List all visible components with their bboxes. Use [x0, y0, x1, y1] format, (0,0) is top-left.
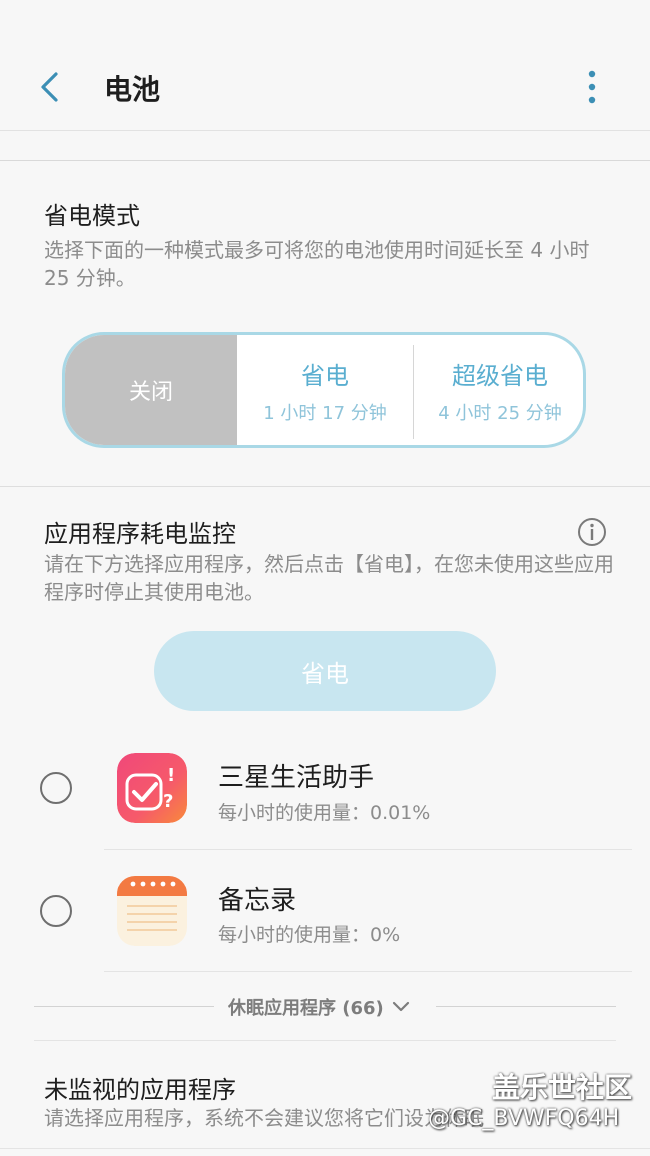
app-usage: 每小时的使用量：0% [218, 924, 401, 946]
memo-icon [117, 876, 187, 946]
more-options-icon[interactable] [578, 66, 606, 108]
power-mode-selector: 关闭 省电 1 小时 17 分钟 超级省电 4 小时 25 分钟 [62, 332, 586, 448]
mode-off-option[interactable]: 关闭 [65, 335, 237, 445]
app-monitor-title: 应用程序耗电监控 [44, 520, 236, 548]
app-select-radio[interactable] [40, 772, 72, 804]
app-name: 三星生活助手 [218, 763, 375, 793]
mode-off-label: 关闭 [128, 380, 173, 405]
mode-ultra-save-time: 4 小时 25 分钟 [438, 402, 562, 424]
page-title: 电池 [104, 73, 161, 106]
power-save-button[interactable]: 省电 [154, 631, 496, 711]
watermark-text: 盖乐世社区 [492, 1071, 633, 1104]
app-monitor-description: 请在下方选择应用程序，然后点击【省电】，在您未使用这些应用程序时停止其使用电池。 [44, 552, 614, 604]
app-bar: 电池 [0, 0, 650, 130]
divider [34, 1040, 616, 1041]
sleeping-apps-toggle[interactable]: 休眠应用程序 (66) [228, 994, 410, 1020]
back-arrow-icon[interactable] [34, 66, 68, 108]
divider [34, 1006, 214, 1007]
row-divider [104, 971, 632, 972]
chevron-down-icon [392, 1001, 409, 1012]
divider [0, 160, 650, 161]
power-mode-description: 选择下面的一种模式最多可将您的电池使用时间延长至 4 小时 25 分钟。 [44, 238, 590, 290]
info-icon[interactable] [576, 516, 608, 548]
sleeping-apps-label: 休眠应用程序 (66) [228, 998, 384, 1019]
svg-text:!: ! [167, 765, 175, 786]
watermark-id: @GC_BVWFQ64H [428, 1106, 620, 1131]
svg-text:?: ? [163, 791, 173, 812]
mode-save-option[interactable]: 省电 1 小时 17 分钟 [237, 335, 413, 445]
mode-ultra-save-label: 超级省电 [452, 361, 548, 390]
app-select-radio[interactable] [40, 895, 72, 927]
mode-ultra-save-option[interactable]: 超级省电 4 小时 25 分钟 [414, 335, 583, 445]
app-usage: 每小时的使用量：0.01% [218, 802, 431, 824]
samsung-life-assistant-icon: ! ? [117, 753, 187, 823]
app-name: 备忘录 [218, 886, 297, 916]
divider [436, 1006, 616, 1007]
mode-save-label: 省电 [301, 361, 349, 390]
row-divider [104, 849, 632, 850]
divider [0, 1148, 650, 1149]
unmonitored-apps-title[interactable]: 未监视的应用程序 [44, 1070, 236, 1105]
mode-save-time: 1 小时 17 分钟 [263, 402, 387, 424]
power-save-button-label: 省电 [301, 659, 349, 688]
divider [0, 130, 650, 131]
power-mode-title: 省电模式 [44, 202, 140, 230]
divider [0, 486, 650, 487]
